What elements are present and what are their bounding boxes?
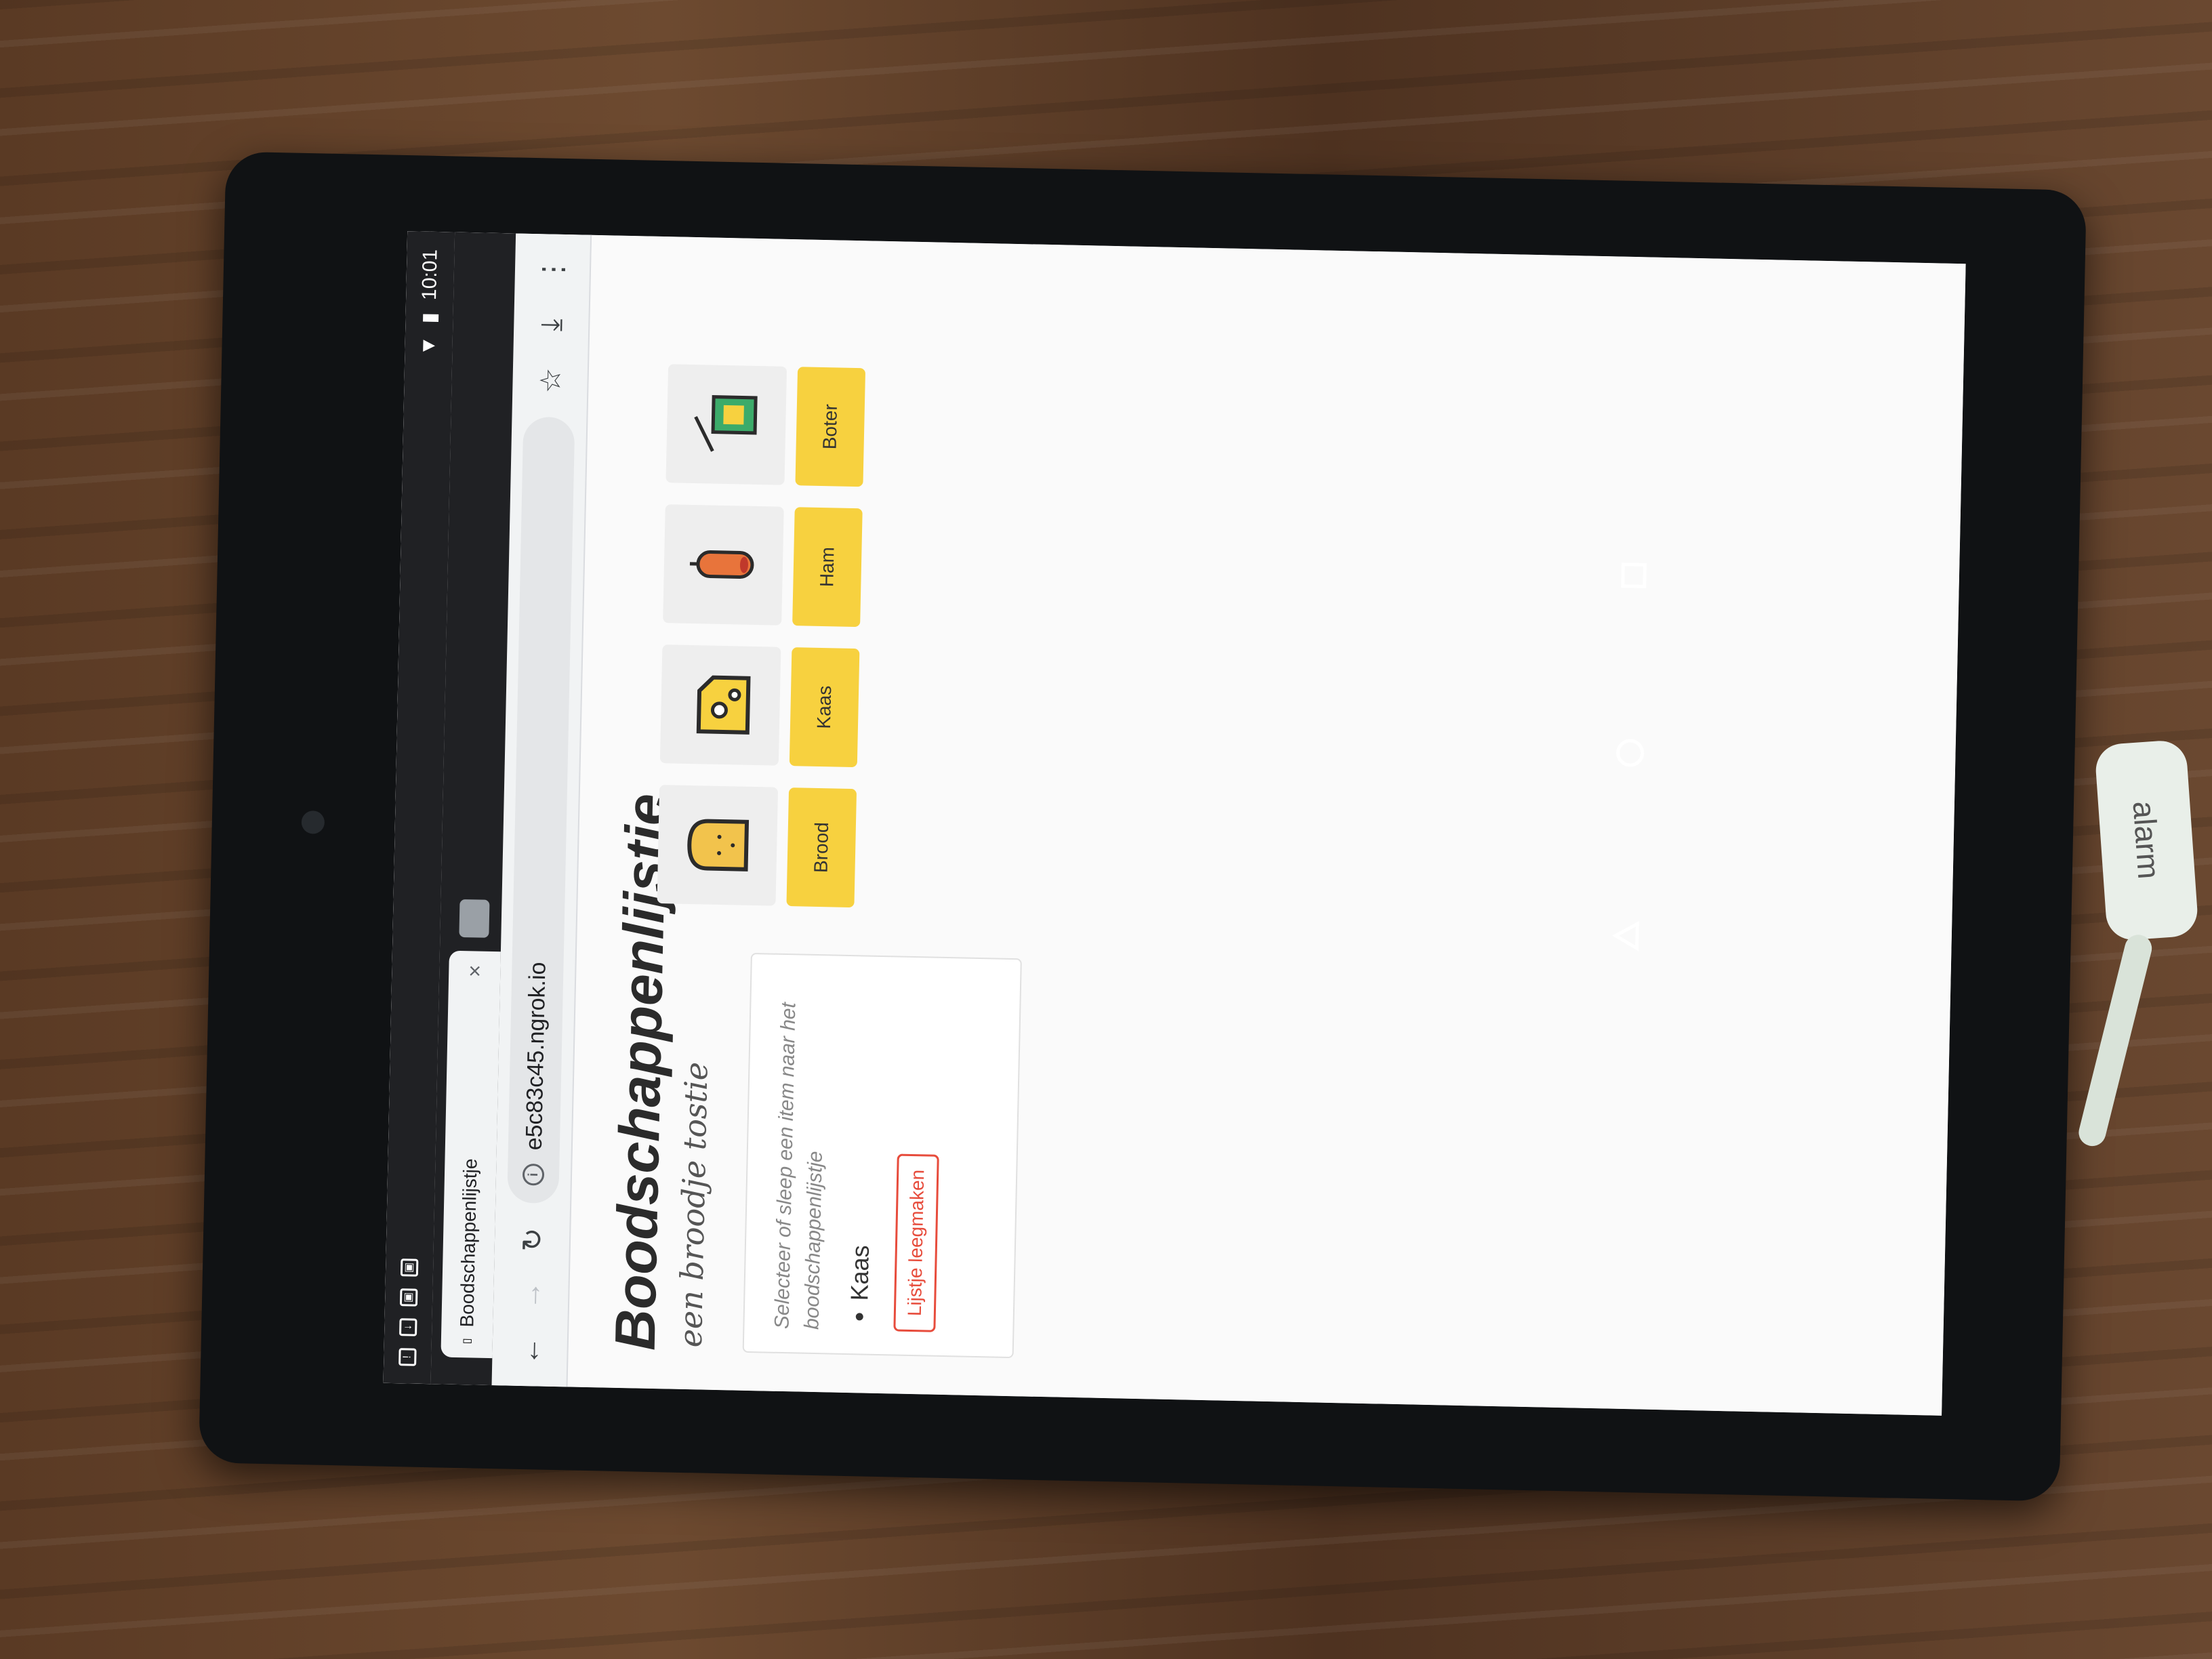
list-item: Kaas: [845, 979, 880, 1301]
alarm-sticker: alarm: [2094, 739, 2199, 942]
product-bread: Brood: [657, 785, 857, 908]
close-tab-icon[interactable]: ×: [462, 964, 487, 977]
bread-icon[interactable]: [657, 785, 779, 906]
screen-content: ! ↓ ▣ ▣ ▼ ▮ 10:01 ▯ Boodschappenlijstje …: [383, 231, 1966, 1416]
product-cheese: Kaas: [659, 644, 860, 768]
page-content: Boodschappenlijstje een broodje tostie S…: [567, 235, 1070, 1397]
photo-icon: ▣: [399, 1288, 418, 1307]
download-page-icon[interactable]: ⤓: [534, 306, 568, 344]
system-icons: ▼ ▮ 10:01: [417, 249, 443, 356]
download-icon: ↓: [399, 1318, 417, 1336]
address-bar[interactable]: i e5c83c45.ngrok.io: [507, 416, 575, 1204]
charging-cable: [2076, 932, 2155, 1149]
cheese-icon[interactable]: [659, 644, 781, 766]
tablet-device: ! ↓ ▣ ▣ ▼ ▮ 10:01 ▯ Boodschappenlijstje …: [199, 151, 2087, 1502]
butter-icon[interactable]: [665, 364, 787, 485]
browser-tab[interactable]: ▯ Boodschappenlijstje ×: [441, 950, 501, 1359]
product-grid: Brood Kaas Ham Boter: [657, 364, 866, 908]
list-hint: Selecteer of sleep een item naar het boo…: [771, 1002, 827, 1330]
add-cheese-button[interactable]: Kaas: [789, 647, 860, 768]
product-ham: Ham: [663, 504, 863, 628]
shopping-list-card[interactable]: Selecteer of sleep een item naar het boo…: [742, 952, 1022, 1359]
notification-icon: !: [398, 1348, 417, 1366]
forward-icon[interactable]: →: [514, 1276, 548, 1315]
sausage-icon[interactable]: [663, 504, 784, 626]
home-button[interactable]: [1614, 737, 1647, 773]
front-camera: [301, 811, 325, 834]
android-navigation-bar: [1564, 532, 1696, 1009]
clock: 10:01: [418, 249, 442, 301]
url-text[interactable]: e5c83c45.ngrok.io: [520, 434, 562, 1151]
tablet-screen: ! ↓ ▣ ▣ ▼ ▮ 10:01 ▯ Boodschappenlijstje …: [383, 231, 1966, 1416]
notification-icons: ! ↓ ▣ ▣: [398, 1258, 419, 1366]
product-butter: Boter: [665, 364, 866, 487]
shopping-list: Kaas: [844, 979, 880, 1331]
reload-icon[interactable]: ↻: [515, 1221, 549, 1259]
more-menu-icon[interactable]: ⋮: [535, 250, 569, 289]
back-button[interactable]: [1610, 919, 1643, 956]
main-row: Selecteer of sleep een item naar het boo…: [657, 276, 1036, 1359]
add-ham-button[interactable]: Ham: [792, 507, 863, 628]
tab-title: Boodschappenlijstje: [456, 1158, 481, 1328]
recents-button[interactable]: [1618, 560, 1649, 594]
page-icon: ▯: [461, 1338, 473, 1345]
back-icon[interactable]: ←: [513, 1332, 546, 1370]
new-tab-button[interactable]: [459, 899, 490, 938]
add-butter-button[interactable]: Boter: [795, 367, 866, 487]
photo-icon: ▣: [400, 1258, 419, 1277]
add-bread-button[interactable]: Brood: [786, 787, 857, 908]
wifi-icon: ▼: [417, 335, 440, 356]
battery-icon: ▮: [417, 312, 441, 324]
info-icon[interactable]: i: [522, 1163, 545, 1186]
star-icon[interactable]: ☆: [533, 361, 567, 400]
clear-list-button[interactable]: Lijstje leegmaken: [893, 1153, 939, 1332]
